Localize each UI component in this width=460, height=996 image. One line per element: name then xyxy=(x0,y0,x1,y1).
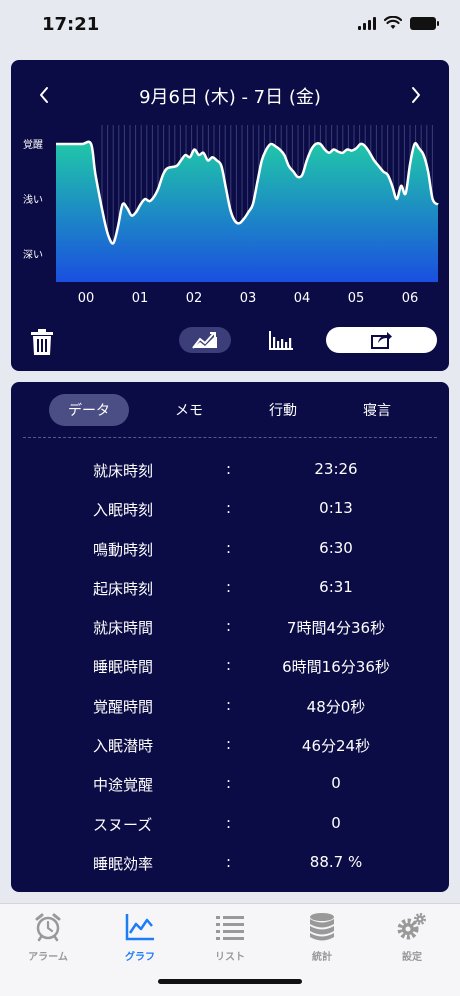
data-row-label: 睡眠効率 xyxy=(93,854,154,873)
x-axis-label: 01 xyxy=(132,291,149,306)
x-axis-label: 05 xyxy=(348,291,365,306)
x-axis-label: 03 xyxy=(240,291,257,306)
list-icon xyxy=(216,916,244,940)
data-row-colon: : xyxy=(226,577,232,596)
graph-icon xyxy=(125,914,154,941)
line-graph-icon xyxy=(192,332,217,349)
data-row-colon: : xyxy=(226,735,232,754)
data-row: スヌーズ: 0 xyxy=(11,806,449,845)
bar-graph-toggle-button[interactable] xyxy=(268,329,294,353)
alarm-clock-icon xyxy=(35,913,61,942)
tabbar-item-alarm[interactable]: アラーム xyxy=(2,910,94,964)
data-row: 入眠潜時: 46分24秒 xyxy=(11,727,449,766)
data-row: 入眠時刻: 0:13 xyxy=(11,491,449,530)
data-row-value: 0 xyxy=(331,774,341,793)
cellular-signal-icon xyxy=(358,16,376,30)
tabbar-label-alarm: アラーム xyxy=(28,952,68,963)
chart-toolbar xyxy=(11,325,449,357)
gear-icon xyxy=(397,913,426,940)
data-row-value: 48分0秒 xyxy=(306,697,366,716)
data-row-value: 6:30 xyxy=(319,538,353,557)
y-axis-label: 浅い xyxy=(23,193,43,206)
sleep-chart: 覚醒浅い深い 00 01 02 03 04 05 06 xyxy=(23,125,439,306)
data-row-colon: : xyxy=(226,460,232,478)
tab-behavior[interactable]: 行動 xyxy=(243,394,323,426)
data-row-colon: : xyxy=(226,499,232,518)
wifi-icon xyxy=(384,16,402,29)
data-row-label: 就床時刻 xyxy=(93,462,154,480)
data-row-colon: : xyxy=(226,538,232,557)
data-row-colon: : xyxy=(226,695,232,714)
data-row-label: 睡眠時間 xyxy=(93,658,154,677)
tab-sleep-talk[interactable]: 寝言 xyxy=(337,394,417,426)
y-axis-label: 深い xyxy=(23,249,43,261)
data-row-colon: : xyxy=(226,656,232,675)
data-row-label: 鳴動時刻 xyxy=(93,540,154,559)
tabbar-label-list: リスト xyxy=(215,952,245,963)
data-row-label: 入眠潜時 xyxy=(93,737,154,756)
line-graph-toggle-button[interactable] xyxy=(179,327,231,353)
data-row: 起床時刻: 6:31 xyxy=(11,570,449,609)
database-icon xyxy=(310,913,334,941)
data-row: 就床時刻: 23:26 xyxy=(11,452,449,491)
data-row-value: 88.7 % xyxy=(309,852,363,871)
data-row-label: 起床時刻 xyxy=(93,579,154,598)
tabbar-item-settings[interactable]: 設定 xyxy=(366,910,458,964)
data-row-value: 0:13 xyxy=(319,499,353,518)
sleep-data-list: 就床時刻: 23:26 入眠時刻: 0:13 鳴動時刻: 6:30 起床時刻: 6:31 就床時… xyxy=(11,452,449,884)
sleep-data-card: データ メモ 行動 寝言 就床時刻: 23:26 入眠時刻: 0:13 鳴動時刻: 6:3… xyxy=(11,382,449,892)
data-row-colon: : xyxy=(226,852,232,871)
delete-button[interactable] xyxy=(31,329,53,355)
tab-data[interactable]: データ xyxy=(49,394,129,426)
data-row-value: 46分24秒 xyxy=(301,737,371,756)
x-axis-label: 00 xyxy=(78,291,95,306)
data-row-label: 覚醒時間 xyxy=(93,697,154,716)
data-row-value: 23:26 xyxy=(314,460,358,478)
tabbar-label-settings: 設定 xyxy=(402,952,422,963)
data-row: 睡眠効率: 88.7 % xyxy=(11,845,449,884)
data-row: 就床時間: 7時間4分36秒 xyxy=(11,609,449,648)
x-axis-label: 02 xyxy=(186,291,203,306)
data-row-colon: : xyxy=(226,813,232,832)
bar-graph-icon xyxy=(269,331,293,350)
data-row-value: 6時間16分36秒 xyxy=(282,658,390,677)
tab-divider xyxy=(23,437,437,438)
data-row-colon: : xyxy=(226,774,232,793)
tabbar-item-stats[interactable]: 統計 xyxy=(276,910,368,964)
y-axis-label: 覚醒 xyxy=(23,138,43,151)
tabbar-label-stats: 統計 xyxy=(312,952,332,963)
data-row-label: 中途覚醒 xyxy=(93,776,154,795)
data-row: 中途覚醒: 0 xyxy=(11,766,449,805)
x-axis-label: 04 xyxy=(294,291,311,306)
trash-icon xyxy=(31,329,53,355)
data-row-label: スヌーズ xyxy=(93,815,153,834)
data-row-label: 就床時間 xyxy=(93,619,154,638)
status-bar: 17:21 xyxy=(0,0,460,50)
data-row-label: 入眠時刻 xyxy=(93,501,154,520)
data-row-value: 7時間4分36秒 xyxy=(286,619,386,638)
share-icon xyxy=(370,332,392,349)
status-time: 17:21 xyxy=(42,14,100,35)
data-row-colon: : xyxy=(226,617,232,636)
share-button[interactable] xyxy=(326,327,437,353)
tabbar-item-list[interactable]: リスト xyxy=(184,910,276,964)
tab-memo[interactable]: メモ xyxy=(149,394,229,426)
home-indicator xyxy=(158,979,302,984)
tabbar-item-graph[interactable]: グラフ xyxy=(94,910,186,964)
data-row-value: 0 xyxy=(331,813,341,832)
x-axis-label: 06 xyxy=(402,291,419,306)
data-row: 睡眠時間: 6時間16分36秒 xyxy=(11,648,449,687)
sleep-chart-card: 9月6日 (木) - 7日 (金) 覚醒 浅い 深い 00 01 02 03 04 05 06 xyxy=(11,60,449,371)
data-row: 鳴動時刻: 6:30 xyxy=(11,531,449,570)
battery-icon xyxy=(410,16,439,30)
data-row-value: 6:31 xyxy=(319,577,353,596)
tabbar-label-graph: グラフ xyxy=(125,952,155,963)
status-icons xyxy=(358,16,439,30)
detail-tabs: データ メモ 行動 寝言 xyxy=(11,394,449,428)
data-row: 覚醒時間: 48分0秒 xyxy=(11,688,449,727)
